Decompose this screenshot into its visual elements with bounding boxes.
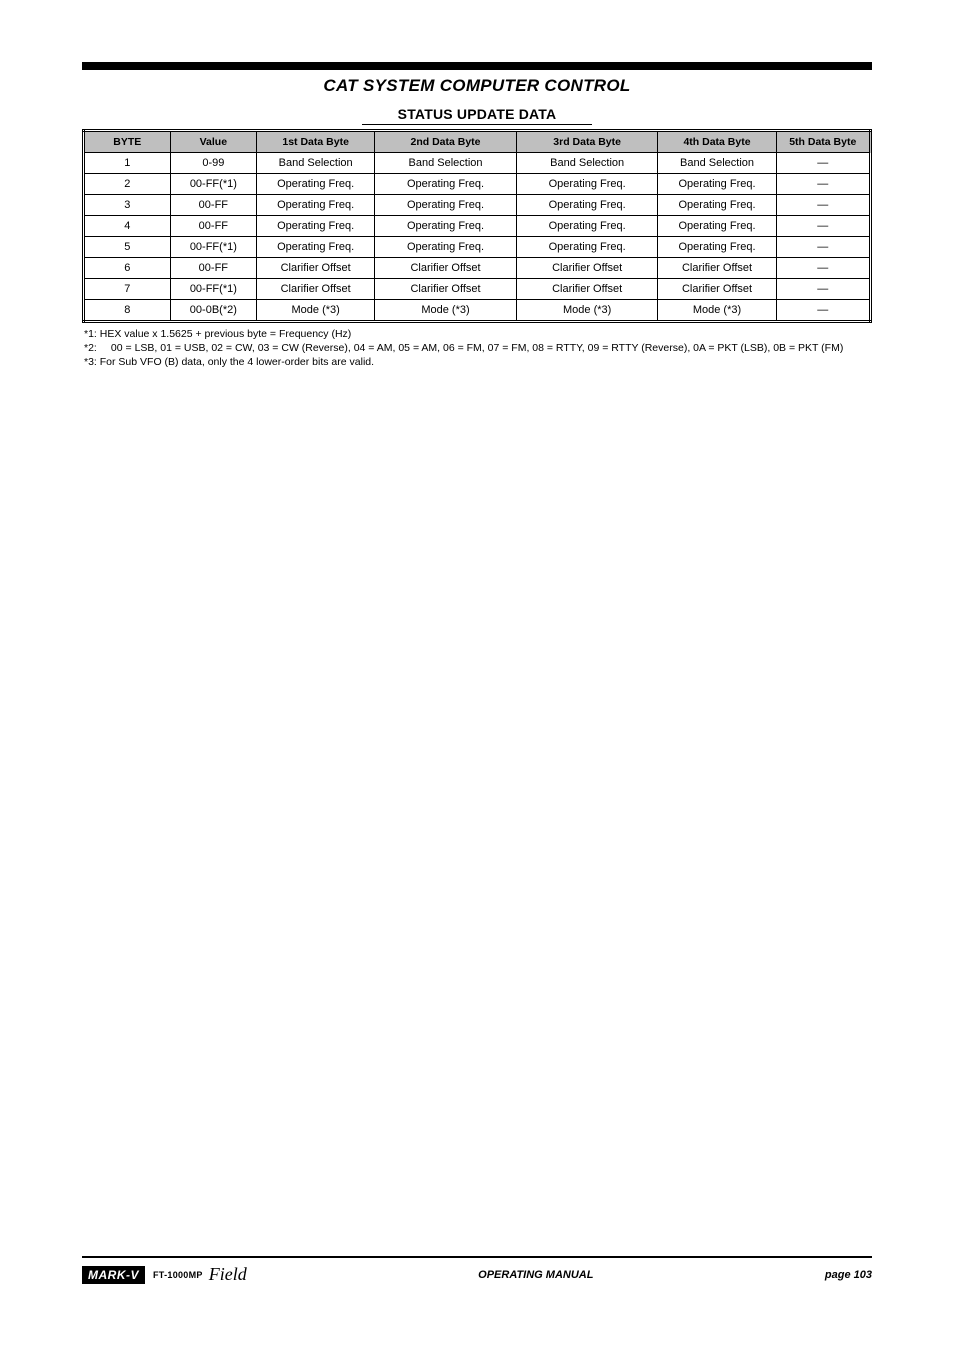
table-cell: Operating Freq. [375,237,517,258]
table-cell: Operating Freq. [658,174,776,195]
table-cell: 00-0B(*2) [170,300,257,322]
page-number: page 103 [825,1269,872,1281]
footnote-2: *2: 00 = LSB, 01 = USB, 02 = CW, 03 = CW… [84,342,872,355]
table-row: 500-FF(*1)Operating Freq.Operating Freq.… [84,237,871,258]
footnote-1: *1: HEX value x 1.5625 + previous byte =… [84,328,872,341]
col-header: BYTE [84,131,171,153]
col-header: 3rd Data Byte [516,131,658,153]
table-cell: Operating Freq. [658,237,776,258]
table-footnotes: *1: HEX value x 1.5625 + previous byte =… [82,328,872,369]
table-cell: 4 [84,216,171,237]
table-cell: — [776,237,870,258]
table-cell: Operating Freq. [658,195,776,216]
table-cell: 00-FF(*1) [170,237,257,258]
table-cell: Clarifier Offset [658,279,776,300]
table-cell: Mode (*3) [658,300,776,322]
col-header: 1st Data Byte [257,131,375,153]
table-row: 10-99Band SelectionBand SelectionBand Se… [84,153,871,174]
footnote-2-items: 00 = LSB, 01 = USB, 02 = CW, 03 = CW (Re… [111,342,843,354]
table-cell: Band Selection [257,153,375,174]
brand-logo: MARK-V FT-1000MP Field [82,1264,247,1285]
table-row: 600-FFClarifier OffsetClarifier OffsetCl… [84,258,871,279]
table-cell: 0-99 [170,153,257,174]
col-header: 4th Data Byte [658,131,776,153]
table-cell: 1 [84,153,171,174]
chapter-title: CAT SYSTEM COMPUTER CONTROL [82,76,872,96]
table-cell: Clarifier Offset [375,258,517,279]
table-cell: — [776,279,870,300]
table-cell: 7 [84,279,171,300]
table-row: 400-FFOperating Freq.Operating Freq.Oper… [84,216,871,237]
table-cell: 2 [84,174,171,195]
table-cell: Operating Freq. [516,237,658,258]
table-title-underline [362,124,592,125]
table-cell: Mode (*3) [516,300,658,322]
table-cell: Operating Freq. [375,174,517,195]
table-cell: — [776,195,870,216]
table-cell: Operating Freq. [257,195,375,216]
table-cell: — [776,174,870,195]
table-cell: Operating Freq. [516,174,658,195]
table-header-row: BYTE Value 1st Data Byte 2nd Data Byte 3… [84,131,871,153]
table-cell: Operating Freq. [375,195,517,216]
table-cell: 00-FF [170,258,257,279]
table-row: 800-0B(*2)Mode (*3)Mode (*3)Mode (*3)Mod… [84,300,871,322]
table-cell: 6 [84,258,171,279]
table-row: 300-FFOperating Freq.Operating Freq.Oper… [84,195,871,216]
table-cell: Clarifier Offset [257,279,375,300]
table-cell: 8 [84,300,171,322]
col-header: Value [170,131,257,153]
table-cell: Operating Freq. [257,216,375,237]
footnote-3: *3: For Sub VFO (B) data, only the 4 low… [84,356,872,369]
table-cell: 3 [84,195,171,216]
table-cell: — [776,153,870,174]
col-header: 2nd Data Byte [375,131,517,153]
table-cell: — [776,258,870,279]
table-cell: 00-FF(*1) [170,174,257,195]
col-header: 5th Data Byte [776,131,870,153]
footnote-2-prefix: *2: [84,342,108,355]
table-cell: Band Selection [516,153,658,174]
table-cell: Clarifier Offset [516,279,658,300]
table-cell: — [776,300,870,322]
table-cell: — [776,216,870,237]
table-cell: Band Selection [658,153,776,174]
table-cell: Clarifier Offset [516,258,658,279]
footer-rule [82,1256,872,1258]
table-cell: Operating Freq. [257,237,375,258]
table-cell: Operating Freq. [658,216,776,237]
table-cell: Operating Freq. [516,195,658,216]
brand-markv: MARK-V [82,1266,145,1284]
table-cell: Clarifier Offset [375,279,517,300]
table-cell: 00-FF [170,216,257,237]
table-cell: Operating Freq. [375,216,517,237]
table-cell: 00-FF [170,195,257,216]
header-rule [82,62,872,70]
status-update-table: BYTE Value 1st Data Byte 2nd Data Byte 3… [82,129,872,323]
table-cell: Operating Freq. [257,174,375,195]
brand-ft: FT-1000MP [153,1270,203,1280]
table-cell: 00-FF(*1) [170,279,257,300]
table-row: 200-FF(*1)Operating Freq.Operating Freq.… [84,174,871,195]
table-cell: Operating Freq. [516,216,658,237]
manual-label: OPERATING MANUAL [478,1269,593,1281]
table-cell: Mode (*3) [375,300,517,322]
table-cell: Band Selection [375,153,517,174]
table-row: 700-FF(*1)Clarifier OffsetClarifier Offs… [84,279,871,300]
table-cell: 5 [84,237,171,258]
table-cell: Clarifier Offset [257,258,375,279]
page-footer: MARK-V FT-1000MP Field OPERATING MANUAL … [82,1256,872,1285]
table-title: STATUS UPDATE DATA [82,106,872,122]
brand-field: Field [209,1264,247,1285]
table-cell: Mode (*3) [257,300,375,322]
table-cell: Clarifier Offset [658,258,776,279]
